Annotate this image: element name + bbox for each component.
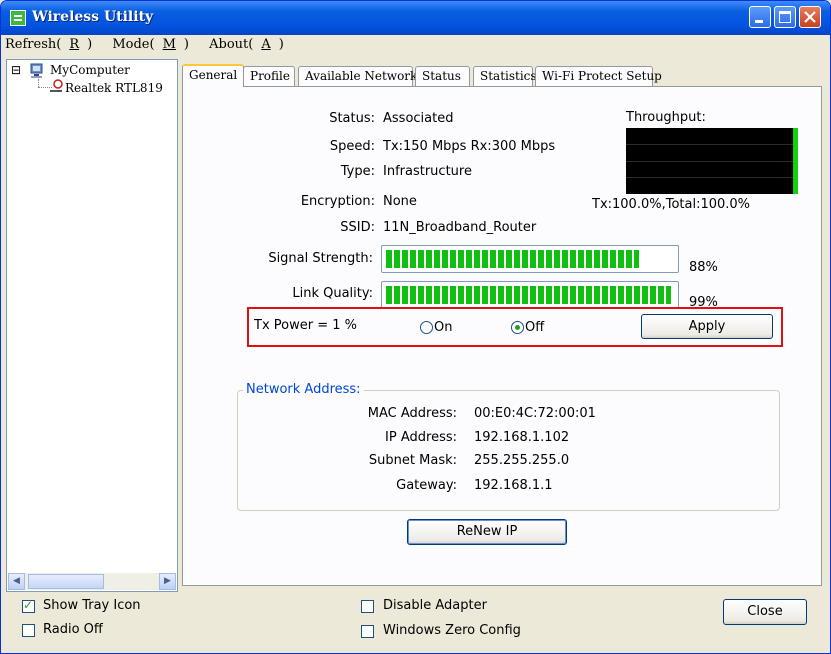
tab-profile[interactable]: Profile	[243, 66, 295, 86]
graph-gridline	[626, 177, 793, 178]
show-tray-icon-label[interactable]: Show Tray Icon	[43, 598, 141, 613]
close-icon	[804, 11, 816, 23]
scroll-right-button[interactable]: ▶	[159, 573, 176, 590]
subnet-mask-value: 255.255.255.0	[474, 453, 570, 468]
graph-gridline	[626, 144, 793, 145]
graph-gridline	[626, 161, 793, 162]
signal-strength-label: Signal Strength:	[268, 251, 373, 266]
type-label: Type:	[340, 164, 375, 179]
encryption-label: Encryption:	[300, 194, 375, 209]
encryption-value: None	[383, 194, 417, 209]
renew-ip-button[interactable]: ReNew IP	[407, 519, 567, 545]
disable-adapter-checkbox[interactable]	[361, 600, 374, 613]
menu-about[interactable]: About(A)	[209, 37, 292, 52]
scroll-left-button[interactable]: ◀	[8, 573, 25, 590]
window-title: Wireless Utility	[32, 9, 154, 25]
wireless-utility-window: Wireless Utility Refresh(R) Mode(M) Abou…	[0, 0, 831, 654]
type-value: Infrastructure	[383, 164, 472, 179]
disable-adapter-label[interactable]: Disable Adapter	[383, 598, 487, 613]
radio-off-checkbox[interactable]	[22, 624, 35, 637]
signal-strength-percent: 88%	[689, 260, 718, 275]
throughput-value: Tx:100.0%,Total:100.0%	[592, 197, 751, 212]
radio-on-label[interactable]: On	[434, 320, 452, 335]
speed-label: Speed:	[329, 139, 375, 154]
maximize-icon	[779, 11, 791, 23]
ssid-label: SSID:	[340, 220, 375, 235]
link-quality-label: Link Quality:	[292, 286, 373, 301]
status-value: Associated	[383, 111, 454, 126]
gateway-value: 192.168.1.1	[474, 478, 553, 493]
computer-icon	[30, 63, 43, 78]
network-adapter-icon	[50, 79, 63, 92]
tree-collapse-toggle[interactable]: ⊟	[11, 63, 21, 77]
windows-zero-config-label[interactable]: Windows Zero Config	[383, 623, 521, 638]
scroll-thumb[interactable]	[28, 574, 104, 589]
throughput-bar	[793, 128, 798, 194]
minimize-button[interactable]	[749, 6, 771, 28]
menu-bar: Refresh(R) Mode(M) About(A)	[5, 37, 300, 57]
tree-item-mycomputer[interactable]: MyComputer	[50, 63, 130, 77]
throughput-label: Throughput:	[626, 110, 706, 125]
gateway-label: Gateway:	[396, 478, 457, 493]
tx-power-label: Tx Power = 1 %	[254, 318, 357, 333]
mac-address-value: 00:E0:4C:72:00:01	[474, 406, 596, 421]
mac-address-label: MAC Address:	[367, 406, 457, 421]
ip-address-label: IP Address:	[385, 430, 457, 445]
menu-refresh[interactable]: Refresh(R)	[5, 37, 100, 52]
tree-horizontal-scrollbar[interactable]: ◀ ▶	[8, 573, 176, 590]
show-tray-icon-checkbox[interactable]	[22, 598, 35, 613]
signal-strength-fill	[386, 250, 639, 268]
tab-status[interactable]: Status	[415, 66, 470, 86]
radio-off[interactable]	[511, 321, 524, 334]
tree-connector	[38, 79, 40, 87]
tab-statistics[interactable]: Statistics	[473, 66, 537, 86]
subnet-mask-label: Subnet Mask:	[368, 453, 457, 468]
network-address-title: Network Address:	[243, 382, 364, 397]
link-quality-fill	[386, 286, 671, 304]
adapter-tree: ⊟ MyComputer Realtek RTL819 ◀ ▶	[6, 59, 178, 592]
windows-zero-config-checkbox[interactable]	[361, 625, 374, 638]
ip-address-value: 192.168.1.102	[474, 430, 570, 445]
link-quality-bar	[381, 281, 679, 309]
throughput-graph	[626, 128, 798, 194]
radio-off-label[interactable]: Off	[525, 320, 544, 335]
ssid-value: 11N_Broadband_Router	[383, 220, 537, 235]
maximize-button[interactable]	[774, 6, 796, 28]
tab-available-network[interactable]: Available Network	[298, 66, 417, 86]
radio-on[interactable]	[420, 321, 433, 334]
tab-wifi-protect-setup[interactable]: Wi-Fi Protect Setup	[535, 66, 662, 86]
apply-button[interactable]: Apply	[641, 314, 773, 339]
menu-mode[interactable]: Mode(M)	[112, 37, 197, 52]
signal-strength-bar	[381, 245, 679, 273]
close-button[interactable]: Close	[723, 599, 807, 625]
speed-value: Tx:150 Mbps Rx:300 Mbps	[383, 139, 556, 154]
status-label: Status:	[329, 111, 375, 126]
title-bar[interactable]: Wireless Utility	[1, 1, 830, 35]
tree-item-adapter[interactable]: Realtek RTL819	[65, 81, 163, 95]
radio-off-checkbox-label[interactable]: Radio Off	[43, 622, 103, 637]
close-window-button[interactable]	[799, 6, 821, 28]
tab-general[interactable]: General	[182, 64, 244, 87]
app-icon	[10, 10, 26, 26]
minimize-icon	[755, 20, 763, 23]
